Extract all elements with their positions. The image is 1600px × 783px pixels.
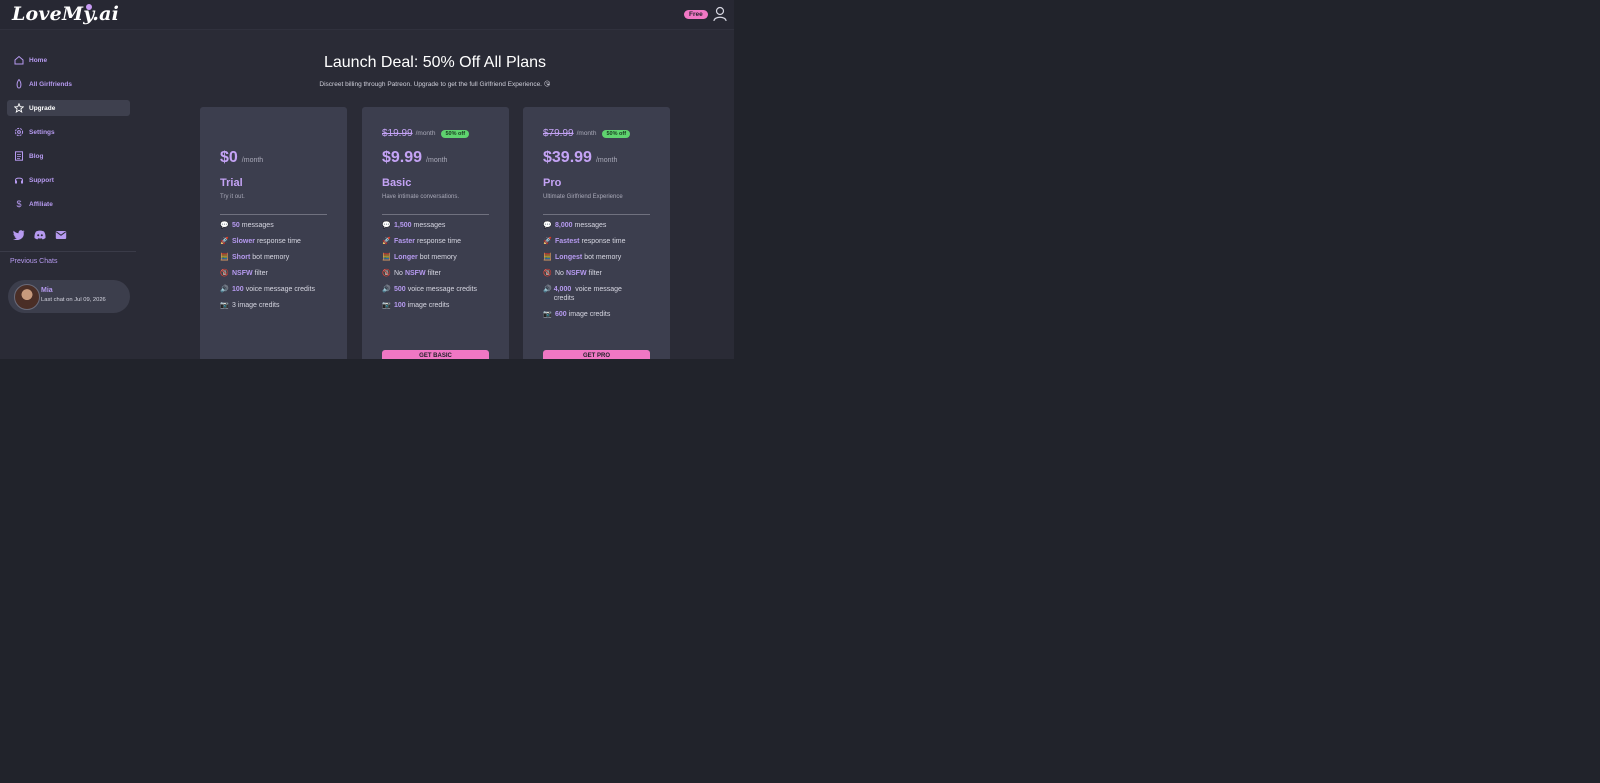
feature-item: 📷 3 image credits (220, 302, 280, 309)
plan-name: Trial (220, 177, 243, 189)
original-period: /month (415, 130, 436, 137)
chat-name: Mia (41, 287, 53, 294)
gear-icon (14, 127, 24, 137)
feature-list: 💬 1,500 messages 🚀 Faster response time 🧮 Lon… (382, 221, 492, 317)
app-window: LoveMy.ai Free Home All Girlfriends Upgr… (0, 0, 734, 359)
sidebar-item-support[interactable]: Support (7, 172, 130, 188)
page-subtitle: Discreet billing through Patreon. Upgrad… (319, 81, 551, 88)
sidebar-item-affiliate[interactable]: $ Affiliate (7, 196, 130, 212)
previous-chats-title: Previous Chats (10, 258, 58, 265)
feature-item: 🔞 No NSFW filter (543, 270, 602, 277)
logo[interactable]: LoveMy.ai (12, 3, 119, 25)
plan-period: /month (241, 157, 264, 164)
feature-item: 🧮 Short bot memory (220, 254, 290, 261)
document-icon (14, 151, 24, 161)
sidebar-item-label: Support (29, 176, 54, 184)
feature-list: 💬 8,000 messages 🚀 Fastest response time 🧮 Lo… (543, 221, 653, 326)
feature-item: 💬 8,000 messages (543, 222, 607, 229)
get-pro-button[interactable]: GET PRO (543, 350, 650, 359)
feature-item: 🔞 No NSFW filter (382, 270, 441, 277)
sidebar: Home All Girlfriends Upgrade Settings Bl… (0, 30, 136, 359)
sidebar-item-all-girlfriends[interactable]: All Girlfriends (7, 76, 130, 92)
feature-item: 🚀 Faster response time (382, 238, 461, 245)
discount-badge: 50% off (602, 129, 631, 138)
chat-last-date: Last chat on Jul 09, 2026 (41, 297, 106, 303)
feature-list: 💬 50 messages 🚀 Slower response time 🧮 Short b… (220, 221, 330, 317)
twitter-icon[interactable] (13, 229, 25, 240)
discord-icon[interactable] (34, 229, 46, 240)
feature-item: 🔞 NSFW filter (220, 270, 268, 277)
plan-tagline: Ultimate Girlfriend Experience (543, 194, 623, 200)
feature-item: 🚀 Slower response time (220, 238, 301, 245)
star-icon (14, 103, 24, 113)
chat-item[interactable]: Mia Last chat on Jul 09, 2026 (8, 280, 130, 313)
user-icon[interactable] (713, 6, 727, 22)
feature-item: 💬 1,500 messages (382, 222, 446, 229)
feature-item: 💬 50 messages (220, 222, 274, 229)
page-title: Launch Deal: 50% Off All Plans (323, 54, 547, 71)
plan-card-basic: $19.99 /month 50% off $9.99 /month Basic… (362, 107, 509, 359)
plan-period: /month (426, 157, 448, 164)
feature-item: 📷 600 image credits (543, 311, 611, 318)
plan-price: $9.99 (382, 149, 423, 166)
plan-tagline: Try it out. (220, 194, 245, 200)
sidebar-item-label: Affiliate (29, 200, 53, 208)
plan-badge[interactable]: Free (684, 10, 708, 19)
sidebar-item-blog[interactable]: Blog (7, 148, 130, 164)
heart-icon (86, 4, 92, 10)
sidebar-item-label: Blog (29, 152, 44, 160)
mail-icon[interactable] (55, 229, 67, 240)
feature-item: 🚀 Fastest response time (543, 238, 626, 245)
plan-price: $39.99 (543, 149, 592, 166)
card-divider (220, 214, 327, 215)
feature-item: 🔊 100 voice message credits (220, 286, 315, 293)
sidebar-item-label: Home (29, 56, 48, 64)
sidebar-item-label: All Girlfriends (29, 80, 72, 88)
headset-icon (14, 175, 24, 185)
feature-item: 🔊 4,000 voice message credits (543, 286, 622, 302)
sidebar-item-label: Upgrade (29, 104, 56, 112)
card-divider (382, 214, 489, 215)
original-price: $79.99 (543, 128, 574, 139)
avatar (14, 284, 40, 310)
feature-item: 🧮 Longest bot memory (543, 254, 622, 261)
plan-name: Basic (382, 177, 412, 189)
social-links (13, 229, 67, 240)
feature-item: 📷 100 image credits (382, 302, 450, 309)
plan-card-trial: $0 /month Trial Try it out. 💬 50 messages … (200, 107, 347, 359)
discount-badge: 50% off (441, 129, 470, 138)
plan-period: /month (595, 157, 618, 164)
feature-item: 🔊 500 voice message credits (382, 286, 477, 293)
dollar-icon: $ (16, 199, 22, 209)
plan-price: $0 (220, 149, 238, 166)
plan-tagline: Have intimate conversations. (382, 194, 460, 200)
sidebar-item-settings[interactable]: Settings (7, 124, 130, 140)
original-period: /month (576, 130, 597, 137)
original-price: $19.99 (382, 128, 413, 139)
feature-item: 🧮 Longer bot memory (382, 254, 457, 261)
sidebar-divider (0, 251, 136, 252)
home-icon (14, 55, 24, 65)
flame-icon (14, 79, 24, 89)
plan-name: Pro (543, 177, 562, 189)
sidebar-item-home[interactable]: Home (7, 52, 130, 68)
plan-card-pro: $79.99 /month 50% off $39.99 /month Pro … (523, 107, 670, 359)
get-basic-button[interactable]: GET BASIC (382, 350, 489, 359)
top-bar: LoveMy.ai Free (0, 0, 734, 30)
sidebar-item-upgrade[interactable]: Upgrade (7, 100, 130, 116)
card-divider (543, 214, 650, 215)
sidebar-item-label: Settings (29, 128, 55, 136)
